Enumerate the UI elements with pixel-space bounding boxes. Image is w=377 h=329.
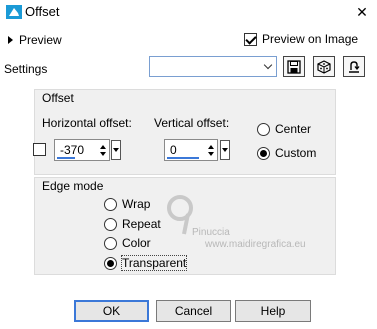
- ok-button[interactable]: OK: [74, 300, 149, 322]
- floppy-disk-icon: [287, 59, 301, 74]
- radio-button[interactable]: [104, 197, 117, 211]
- close-button[interactable]: ✕: [348, 0, 376, 24]
- edge-option-label: Transparent: [120, 255, 188, 271]
- help-button[interactable]: Help: [235, 300, 311, 322]
- window-title: Offset: [25, 4, 60, 19]
- edge-option-color[interactable]: Color: [104, 236, 151, 250]
- horizontal-preset-dropdown[interactable]: [111, 140, 121, 160]
- center-label: Center: [275, 122, 312, 136]
- radio-button[interactable]: [104, 256, 117, 270]
- settings-preset-dropdown[interactable]: [149, 56, 277, 77]
- radio-button[interactable]: [257, 122, 270, 136]
- center-radio[interactable]: Center: [257, 122, 311, 136]
- offset-legend: Offset: [42, 91, 74, 105]
- expand-arrow-icon: [8, 36, 13, 44]
- vertical-offset-value: 0: [170, 143, 177, 157]
- reset-arrow-icon: [349, 60, 360, 73]
- dropdown-arrow-icon: [113, 148, 119, 152]
- horizontal-offset-label: Horizontal offset:: [42, 116, 132, 130]
- preview-on-image-checkbox[interactable]: Preview on Image: [244, 32, 358, 46]
- horizontal-spin-arrows[interactable]: [98, 140, 108, 160]
- save-preset-button[interactable]: [283, 56, 305, 77]
- edge-option-label: Wrap: [122, 197, 151, 211]
- horizontal-offset-value: -370: [60, 143, 85, 157]
- vertical-preset-dropdown[interactable]: [220, 140, 230, 160]
- dropdown-arrow-icon: [222, 148, 228, 152]
- edge-option-transparent[interactable]: Transparent: [104, 255, 188, 271]
- custom-label: Custom: [275, 146, 317, 160]
- preview-on-image-label: Preview on Image: [262, 32, 359, 46]
- radio-button[interactable]: [104, 217, 117, 231]
- vertical-offset-label: Vertical offset:: [154, 116, 230, 130]
- radio-button[interactable]: [104, 236, 117, 250]
- spin-down-icon[interactable]: [208, 151, 214, 156]
- spin-up-icon[interactable]: [208, 144, 214, 149]
- edge-option-wrap[interactable]: Wrap: [104, 197, 150, 211]
- preview-toggle[interactable]: Preview: [8, 33, 62, 47]
- link-offsets-checkbox[interactable]: [33, 143, 46, 156]
- cancel-button[interactable]: Cancel: [156, 300, 231, 322]
- edge-mode-legend: Edge mode: [42, 179, 104, 193]
- edge-option-repeat[interactable]: Repeat: [104, 217, 161, 231]
- value-underline: [57, 157, 75, 159]
- custom-radio[interactable]: Custom: [257, 146, 316, 160]
- preview-label: Preview: [19, 33, 62, 47]
- settings-label: Settings: [4, 62, 48, 76]
- app-icon: [6, 5, 22, 19]
- chevron-down-icon[interactable]: [260, 57, 276, 76]
- spin-up-icon[interactable]: [100, 144, 106, 149]
- radio-button[interactable]: [257, 146, 270, 160]
- edge-option-label: Color: [122, 236, 151, 250]
- value-underline: [167, 157, 199, 159]
- checkbox-box[interactable]: [244, 32, 257, 46]
- spin-down-icon[interactable]: [100, 151, 106, 156]
- watermark-line1: Pinuccia: [192, 227, 230, 238]
- dice-icon: [317, 59, 331, 74]
- watermark-line2: www.maidiregrafica.eu: [205, 239, 306, 250]
- edge-option-label: Repeat: [122, 217, 161, 231]
- vertical-spin-arrows[interactable]: [206, 140, 216, 160]
- reset-button[interactable]: [343, 56, 365, 77]
- randomize-button[interactable]: [313, 56, 335, 77]
